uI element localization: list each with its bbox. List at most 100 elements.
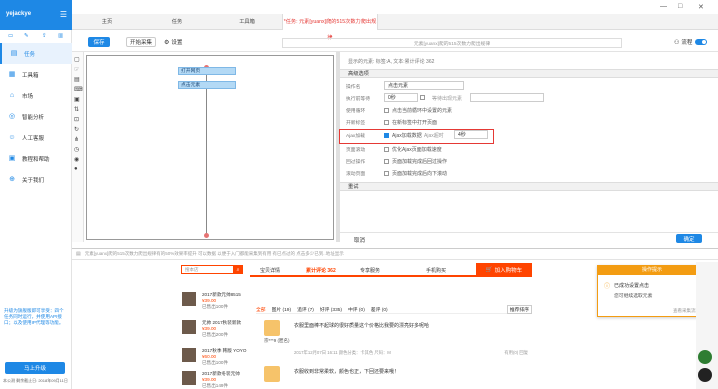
tab-reviews[interactable]: 累计评论 362	[306, 267, 336, 274]
sidebar-quick-icons: ▭ ✎ ⇪ ▥	[0, 30, 72, 40]
confirm-button[interactable]: 确定	[676, 234, 702, 243]
start-collect-button[interactable]: 开始采集	[126, 37, 156, 47]
page-scroll-option[interactable]: 优化Ajax页面加载速度	[384, 146, 442, 153]
product-thumbnail	[182, 371, 196, 385]
people-icon: ⚇	[674, 39, 680, 46]
panel-action-bar: 取消 确定	[340, 232, 718, 244]
wait-before-select[interactable]: 0秒	[384, 93, 418, 102]
input-icon[interactable]: ⌨	[74, 86, 83, 93]
tab-task-editor[interactable]: *任务: 元素[yuanx]爬的515次数力爬出规律	[282, 14, 378, 41]
product-item[interactable]: 2017新款元帅8515 ¥39.00 已售出100件	[182, 292, 242, 310]
sidebar-item-label: 关于我们	[22, 177, 45, 184]
back-to-top-icon[interactable]	[698, 368, 712, 382]
flow-node-open-page[interactable]: 打开网页	[178, 67, 236, 75]
sort-select[interactable]: 推荐排序	[506, 304, 532, 314]
browser-address-bar[interactable]: ▤ 元素[yuanx]爬的515次数力爬出规律有的50%效果率提升 可以数据 以…	[72, 248, 718, 260]
captcha-icon[interactable]: ▣	[74, 96, 80, 103]
section-advanced-options[interactable]: 高级选项	[340, 69, 718, 78]
save-button[interactable]: 保存	[88, 37, 110, 47]
shop-search-input[interactable]: 搜本店	[181, 265, 237, 274]
filter-append[interactable]: 追评 (7)	[297, 306, 314, 313]
review-item: 衣服收到非常柔软，颜色也正，下回还要来哦！	[262, 366, 532, 388]
sidebar-item-analysis[interactable]: ◎ 智能分析	[0, 106, 72, 127]
assistant-icon[interactable]	[698, 350, 712, 364]
filter-bad[interactable]: 差评 (0)	[371, 306, 388, 313]
menu-toggle-icon[interactable]: ☰	[60, 10, 67, 19]
wait-element-input[interactable]	[470, 93, 544, 102]
tab-toolbox[interactable]: 工具箱	[212, 14, 282, 30]
close-icon[interactable]: ✕	[698, 3, 704, 11]
wait-icon[interactable]: ◷	[74, 146, 79, 153]
flow-line	[206, 70, 207, 235]
wait-before-label: 执行前等待	[346, 97, 370, 102]
maximize-icon[interactable]: □	[678, 3, 682, 10]
wait-hint-checkbox[interactable]	[420, 95, 430, 101]
sidebar-item-label: 智能分析	[22, 114, 45, 121]
editor-toolbar: 保存 开始采集 ⚙ 设置 元素[yuanx]爬的515次数力爬出规律 ⚇ 流程	[72, 30, 718, 52]
click-icon[interactable]: ☞	[74, 66, 79, 73]
hover-icon[interactable]: ⊡	[74, 116, 79, 123]
new-tab-label: 开新标签	[346, 121, 366, 126]
filter-with-pic[interactable]: 图片 (19)	[272, 306, 291, 313]
extract-icon[interactable]: ▤	[74, 76, 80, 83]
new-tab-option[interactable]: 在新标签中打开页面	[384, 119, 437, 126]
sidebar-item-toolbox[interactable]: ▦ 工具箱	[0, 64, 72, 85]
sidebar-item-label: 市场	[22, 93, 34, 100]
add-to-cart-button[interactable]: 🛒 加入购物车	[476, 263, 532, 277]
settings-button[interactable]: ⚙ 设置	[164, 37, 182, 47]
task-url-field[interactable]: 元素[yuanx]爬的515次数力爬出规律	[282, 38, 622, 48]
flow-label: 流程	[681, 40, 693, 46]
tab-home[interactable]: 主页	[72, 14, 142, 30]
popup-line1: 已成功设置点击	[614, 283, 650, 289]
flow-tool-palette: ▢ ☞ ▤ ⌨ ▣ ⇅ ⊡ ↻ ⋔ ◷ ◉ ●	[72, 52, 84, 242]
avatar	[264, 320, 280, 336]
trash-icon[interactable]: ▥	[58, 33, 63, 39]
sidebar-item-task[interactable]: ▤ 任务	[0, 43, 72, 64]
tab-task[interactable]: 任务	[142, 14, 212, 30]
flow-node-click-element[interactable]: 点击元素	[178, 81, 236, 89]
tab-product-detail[interactable]: 宝贝详情	[260, 267, 280, 274]
operation-tip-popup: 操作提示 × ⓘ 已成功设置点击 您可继续选取元素 查看采集流程	[597, 265, 707, 317]
sidebar-item-market[interactable]: ⌂ 市场	[0, 85, 72, 106]
upgrade-promo-text: 升级为旗舰版即可享受：四个任务同时运行，并使用API接口；以及使用IP代理等功能…	[4, 308, 64, 325]
toggle-switch[interactable]	[695, 39, 708, 45]
end-loop-icon[interactable]: ◉	[74, 156, 79, 163]
mobile-buy-link[interactable]: 手机购买	[426, 267, 446, 274]
nav-option[interactable]: 页面加载完成后回过操作	[384, 158, 447, 165]
review-actions[interactable]: 有用(0) 回复	[504, 350, 528, 356]
anchor-label: 滚动页面	[346, 172, 366, 177]
product-item[interactable]: 2017新款冬装元帅 ¥39.00 已售出149件	[182, 371, 242, 389]
cancel-button[interactable]: 取消	[354, 236, 365, 244]
page-icon: ▤	[76, 251, 81, 257]
operation-name-input[interactable]: 点击元素	[384, 81, 464, 90]
switch-icon[interactable]: ⇅	[74, 106, 79, 113]
filter-good[interactable]: 好评 (335)	[320, 306, 342, 313]
search-icon[interactable]: ⌕	[233, 265, 243, 274]
filter-all[interactable]: 全部	[256, 306, 266, 313]
edit-icon[interactable]: ✎	[24, 33, 29, 39]
upload-icon[interactable]: ⇪	[42, 33, 47, 39]
loop-option[interactable]: 点击当前循环中设置的元素	[384, 107, 452, 114]
section-retry[interactable]: 重试	[340, 182, 718, 191]
sidebar-item-service[interactable]: ☺ 人工客服	[0, 127, 72, 148]
upgrade-button[interactable]: 马上升级	[5, 362, 65, 374]
sidebar-item-help[interactable]: ▣ 教程和帮助	[0, 148, 72, 169]
product-item[interactable]: 2017秋季 韩版 YOYO ¥60.00 已售出100件	[182, 348, 246, 366]
analysis-icon: ◎	[8, 112, 16, 120]
tab-service[interactable]: 专享服务	[360, 267, 380, 274]
flow-toggle[interactable]: ⚇ 流程	[674, 37, 708, 47]
review-filter-bar: 全部 图片 (19) 追评 (7) 好评 (335) 中评 (0) 差评 (0)…	[256, 304, 532, 314]
product-thumbnail	[182, 292, 196, 306]
minimize-icon[interactable]: —	[660, 3, 667, 10]
branch-icon[interactable]: ⋔	[74, 136, 79, 143]
review-meta: 2017年12月07日 16:11 颜色分类：卡其色 尺码：M	[294, 350, 391, 355]
anchor-option[interactable]: 页面加载完成后向下滚动	[384, 170, 447, 177]
product-item[interactable]: 元帅 2017秋装新款 ¥39.00 已售出200件	[182, 320, 242, 338]
loop-icon[interactable]: ↻	[74, 126, 79, 133]
user-name[interactable]: yejackye	[6, 11, 31, 17]
end-icon[interactable]: ●	[74, 166, 78, 172]
open-page-icon[interactable]: ▢	[74, 56, 80, 63]
clipboard-icon[interactable]: ▭	[8, 33, 13, 39]
filter-mid[interactable]: 中评 (0)	[348, 306, 365, 313]
sidebar-item-about[interactable]: ⊕ 关于我们	[0, 169, 72, 190]
